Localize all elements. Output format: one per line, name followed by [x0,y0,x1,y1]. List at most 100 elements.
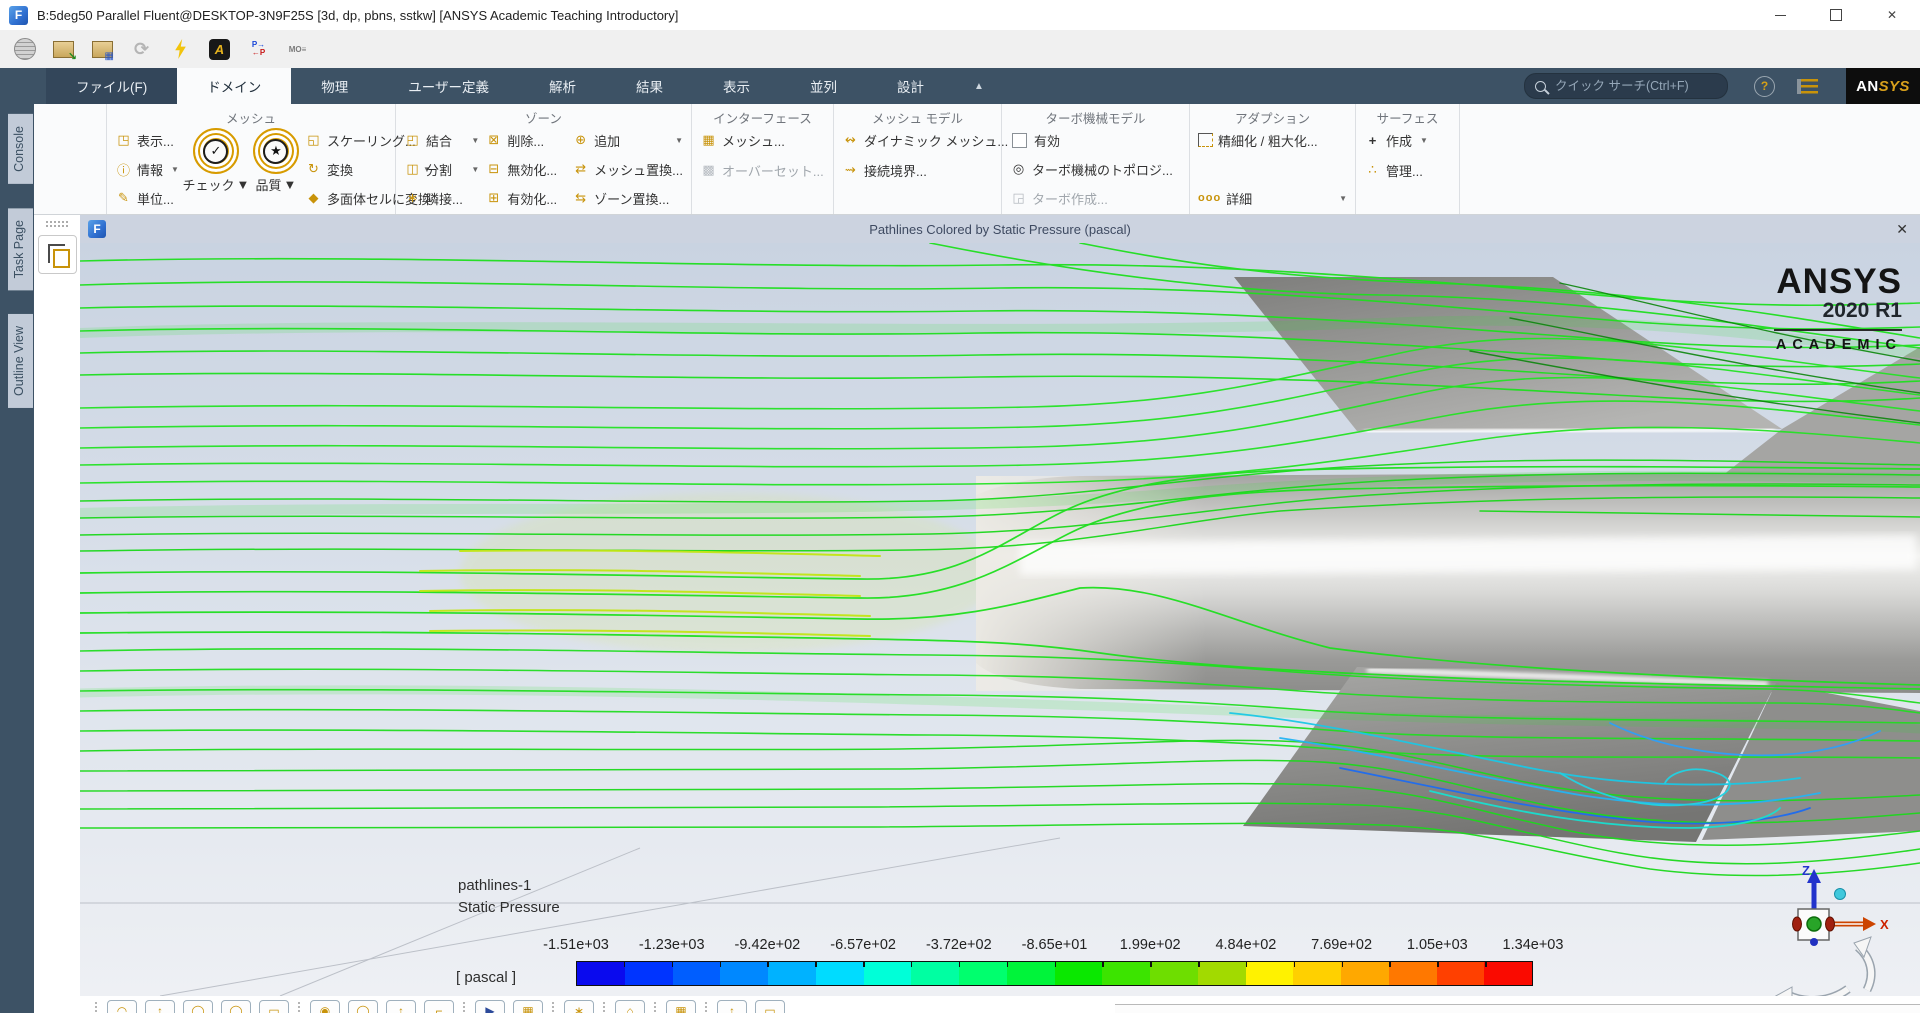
colorbar-tick-label: 1.34e+03 [1503,937,1564,953]
interface-mesh-button[interactable]: ▦メッシュ... [700,127,825,153]
panel-grip-handle[interactable] [45,220,69,227]
mixing-planes-button[interactable]: ⇝接続境界... [842,157,994,183]
mesh-display-button[interactable]: ◳表示... [115,127,179,153]
restore-panel-button[interactable] [38,235,77,274]
zone-combine-button[interactable]: ◰結合▼ [404,127,479,153]
ribbon-group-zones: ゾーン ◰結合▼ ◫分割▼ ∗隣接... ⊠削除... ⊟無効化... ⊞有効化… [396,104,692,214]
graphics-viewport[interactable]: Z X ANSYS 2020 R1 ACADEMIC pathlines-1 S… [80,243,1920,996]
toolbar-grip[interactable] [94,1001,99,1013]
turbo-create-button[interactable]: ◲ターボ作成... [1010,185,1181,211]
ansys-watermark: ANSYS 2020 R1 ACADEMIC [1774,265,1902,353]
toolbar-grip[interactable] [462,1001,467,1013]
tab-user-defined[interactable]: ユーザー定義 [378,68,519,104]
turbo-topology-button[interactable]: ◎ターボ機械のトポロジ... [1010,156,1181,182]
tab-parallel[interactable]: 並列 [780,68,867,104]
surface-manage-button[interactable]: ∴管理... [1364,157,1451,183]
diamond-icon: ◆ [305,190,322,206]
interface-overset-button[interactable]: ▩オーバーセット... [700,157,825,183]
tab-results[interactable]: 結果 [606,68,693,104]
zone-separate-button[interactable]: ◫分割▼ [404,156,479,182]
help-icon[interactable]: ? [1754,76,1775,97]
bottom-toolbar-button[interactable]: ⌂ [615,1000,645,1013]
bottom-toolbar-button[interactable]: ▦ [666,1000,696,1013]
models-icon[interactable]: MO≡ [285,37,310,62]
replace-mesh-button[interactable]: ⇄メッシュ置換... [572,156,683,182]
graphics-close-icon[interactable]: ✕ [1896,221,1908,238]
bottom-toolbar-button[interactable]: ∗ [564,1000,594,1013]
search-input[interactable] [1553,78,1697,94]
mesh-info-button[interactable]: ⓘ情報▼ [115,156,179,182]
bottom-toolbar-button[interactable]: ↕ [386,1000,416,1013]
zone-append-button[interactable]: ⊕追加▼ [572,127,683,153]
squiggle-arrow-icon: ⇝ [842,162,859,178]
write-case-icon[interactable] [51,37,76,62]
tab-view[interactable]: 表示 [693,68,780,104]
maximize-button[interactable] [1808,0,1864,30]
tab-solution[interactable]: 解析 [519,68,606,104]
tab-physics[interactable]: 物理 [291,68,378,104]
legend-unit: [ pascal ] [456,969,516,986]
toolbar-grip[interactable] [551,1001,556,1013]
scale-icon: ◱ [305,132,322,148]
group-title: ゾーン [404,108,683,126]
bottom-toolbar-button[interactable]: ◯ [221,1000,251,1013]
triad-x-label: X [1880,917,1889,932]
interrupt-bolt-icon[interactable] [168,37,193,62]
bottom-toolbar-button[interactable]: ⌐ [424,1000,454,1013]
bottom-toolbar-button[interactable]: ◯ [183,1000,213,1013]
mesh-display-icon[interactable] [12,37,37,62]
mesh-units-button[interactable]: ✎単位... [115,185,179,211]
ansys-a-icon[interactable]: A [207,37,232,62]
zone-activate-button[interactable]: ⊞有効化... [485,185,566,211]
replace-zone-button[interactable]: ⇆ゾーン置換... [572,185,683,211]
toolbar-grip[interactable] [704,1001,709,1013]
colorbar-tick-label: -1.51e+03 [543,937,609,953]
zone-adjacency-button[interactable]: ∗隣接... [404,185,479,211]
refresh-icon[interactable]: ⟳ [129,37,154,62]
mesh-quality-button[interactable]: ★ 品質▼ [253,126,299,212]
tab-domain[interactable]: ドメイン [177,68,291,104]
sidebar-tab-task-page[interactable]: Task Page [8,208,33,290]
side-tab-strip: Console Task Page Outline View [0,104,34,1013]
refine-coarsen-button[interactable]: 精細化 / 粗大化... [1198,127,1347,153]
dashed-square-icon [1198,133,1213,147]
close-button[interactable]: ✕ [1864,0,1920,30]
toolbar-grip[interactable] [653,1001,658,1013]
colorbar-tick-label: 7.69e+02 [1311,937,1372,953]
ribbon-group-turbo: ターボ機械モデル 有効 ◎ターボ機械のトポロジ... ◲ターボ作成... [1002,104,1190,214]
sidebar-tab-outline-view[interactable]: Outline View [8,314,33,408]
network-icon: ∴ [1364,162,1381,178]
ribbon-collapse-icon[interactable]: ▲ [974,68,984,104]
toolbar-grip[interactable] [602,1001,607,1013]
calculator-case-icon[interactable] [90,37,115,62]
sidebar-tab-console[interactable]: Console [8,114,33,184]
zone-deactivate-button[interactable]: ⊟無効化... [485,156,566,182]
bottom-toolbar-button[interactable]: ↑ [145,1000,175,1013]
bottom-toolbar-button[interactable]: ◠ [107,1000,137,1013]
surface-create-button[interactable]: +作成▼ [1364,127,1451,153]
pressure-coupling-icon[interactable]: P→←P [246,37,271,62]
bottom-toolbar-button[interactable]: ◉ [310,1000,340,1013]
tab-file[interactable]: ファイル(F) [46,68,177,104]
zone-delete-button[interactable]: ⊠削除... [485,127,566,153]
bottom-toolbar-button[interactable]: ▭ [755,1000,785,1013]
bottom-toolbar-button[interactable]: ↑ [717,1000,747,1013]
graphics-window-title: Pathlines Colored by Static Pressure (pa… [80,222,1920,237]
quick-search[interactable] [1524,73,1728,99]
bottom-toolbar: ◠ ↑ ◯ ◯ ▭ ◉ ◯ ↕ ⌐ ▶ ▦ ∗ ⌂ ▦ ↑ ▭ [80,996,1920,1013]
turbo-enable-checkbox[interactable]: 有効 [1010,127,1181,153]
bottom-toolbar-button[interactable]: ◯ [348,1000,378,1013]
fluent-app-icon: F [9,6,28,25]
window-titlebar: F B:5deg50 Parallel Fluent@DESKTOP-3N9F2… [0,0,1920,31]
adaption-more-button[interactable]: ooo詳細▼ [1198,185,1347,211]
dynamic-mesh-button[interactable]: ↭ダイナミック メッシュ... [842,127,994,153]
bottom-toolbar-button[interactable]: ▭ [259,1000,289,1013]
toolbar-grip[interactable] [297,1001,302,1013]
bottom-toolbar-button[interactable]: ▦ [513,1000,543,1013]
minimize-button[interactable] [1752,0,1808,30]
tab-design[interactable]: 設計 [867,68,954,104]
mesh-check-button[interactable]: ✓ チェック▼ [185,126,247,212]
gold-grid-icon: ▦ [700,132,717,148]
bottom-toolbar-button[interactable]: ▶ [475,1000,505,1013]
panel-list-icon[interactable] [1797,79,1818,94]
